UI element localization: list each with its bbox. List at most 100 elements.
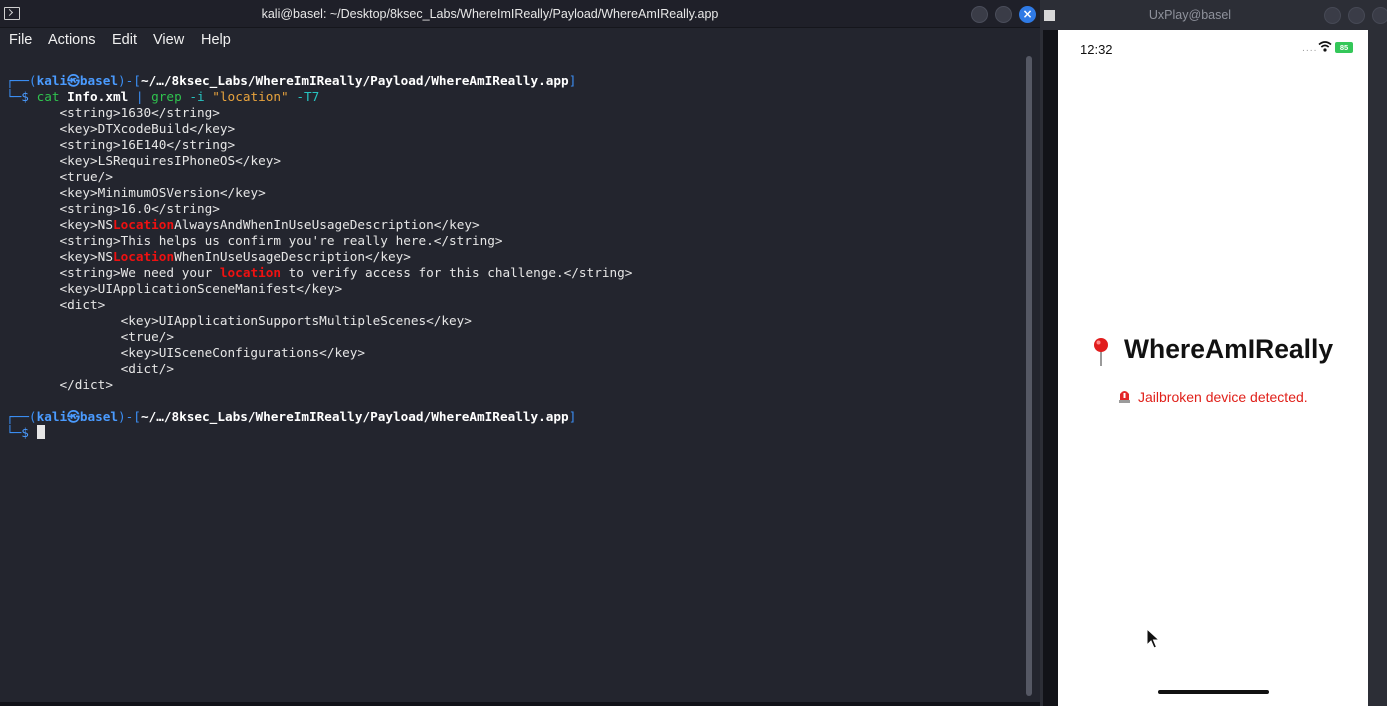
output-text: <key>UISceneConfigurations</key> — [120, 345, 366, 360]
prompt-user: kali — [36, 409, 68, 424]
terminal-titlebar[interactable]: kali@basel: ~/Desktop/8ksec_Labs/WhereIm… — [0, 0, 1040, 28]
output-text: <true/> — [120, 329, 175, 344]
output-text: </dict> — [59, 377, 113, 392]
terminal-menubar: File Actions Edit View Help — [0, 28, 1040, 54]
uxplay-window[interactable]: UxPlay@basel 12:32 .... 85 WhereAmIReall… — [1040, 0, 1387, 706]
cmd-file: Info.xml — [67, 89, 129, 104]
pin-icon — [1094, 338, 1108, 366]
output-text: AlwaysAndWhenInUseUsageDescription</key> — [174, 217, 480, 232]
output-indent — [6, 329, 121, 344]
output-line: <key>UISceneConfigurations</key> — [6, 345, 365, 361]
battery-icon: 85 — [1335, 42, 1353, 53]
menu-file[interactable]: File — [9, 32, 32, 48]
prompt-user: kali — [36, 73, 68, 88]
output-line: <key>NSLocationAlwaysAndWhenInUseUsageDe… — [6, 217, 480, 233]
cmd-context-flag: -T7 — [296, 89, 320, 104]
app-title: WhereAmIReally — [1124, 334, 1334, 364]
uxplay-right-border — [1368, 30, 1387, 706]
output-text: <string>16E140</string> — [59, 137, 236, 152]
output-text: <dict/> — [120, 361, 175, 376]
jailbreak-status-message: Jailbroken device detected. — [1138, 389, 1308, 405]
output-indent — [6, 377, 59, 392]
output-text: <string>1630</string> — [59, 105, 220, 120]
prompt-at: ㉿ — [67, 409, 80, 424]
text-cursor — [36, 425, 45, 439]
terminal-output[interactable]: ┌──(kali㉿basel)-[~/…/8ksec_Labs/WhereImI… — [0, 73, 1024, 703]
output-indent — [6, 265, 59, 280]
command-line: └─$ cat Info.xml | grep -i "location" -T… — [6, 89, 320, 104]
output-line: <key>UIApplicationSupportsMultipleScenes… — [6, 313, 472, 329]
output-text: <key>NS — [59, 217, 113, 232]
cmd-pipe: | — [135, 89, 144, 104]
output-line: </dict> — [6, 377, 113, 393]
minimize-button[interactable] — [971, 6, 988, 23]
output-text: <string>16.0</string> — [59, 201, 220, 216]
output-line: <string>We need your location to verify … — [6, 265, 632, 281]
output-text: <string>We need your — [59, 265, 220, 280]
terminal-window[interactable]: kali@basel: ~/Desktop/8ksec_Labs/WhereIm… — [0, 0, 1040, 706]
cmd-grep: grep — [151, 89, 182, 104]
output-text: <key>DTXcodeBuild</key> — [59, 121, 236, 136]
phone-screen[interactable]: 12:32 .... 85 WhereAmIReally Jailbroken … — [1058, 30, 1368, 706]
input-line[interactable]: └─$ — [6, 425, 45, 441]
prompt-path: ~/…/8ksec_Labs/WhereImIReally/Payload/Wh… — [140, 73, 569, 88]
output-indent — [6, 345, 121, 360]
output-text: <key>UIApplicationSupportsMultipleScenes… — [120, 313, 472, 328]
output-line: <key>UIApplicationSceneManifest</key> — [6, 281, 342, 297]
prompt-host: basel — [79, 409, 119, 424]
prompt-line: ┌──(kali㉿basel)-[~/…/8ksec_Labs/WhereImI… — [6, 73, 577, 88]
output-text: <string>This helps us confirm you're rea… — [59, 233, 503, 248]
output-line: <string>1630</string> — [6, 105, 220, 121]
output-indent — [6, 281, 59, 296]
output-text: to verify access for this challenge.</st… — [281, 265, 633, 280]
menu-edit[interactable]: Edit — [112, 32, 137, 48]
output-indent — [6, 297, 59, 312]
output-indent — [6, 233, 59, 248]
close-button[interactable]: × — [1019, 6, 1036, 23]
prompt-at: ㉿ — [67, 73, 80, 88]
output-indent — [6, 169, 59, 184]
terminal-title: kali@basel: ~/Desktop/8ksec_Labs/WhereIm… — [261, 7, 719, 21]
cmd-pattern: "location" — [212, 89, 289, 104]
cmd-cat: cat — [36, 89, 60, 104]
prompt-path: ~/…/8ksec_Labs/WhereImIReally/Payload/Wh… — [140, 409, 569, 424]
output-text: <key>MinimumOSVersion</key> — [59, 185, 266, 200]
output-indent — [6, 249, 59, 264]
uxplay-maximize-button[interactable] — [1348, 7, 1365, 24]
output-line: <string>16.0</string> — [6, 201, 220, 217]
output-line: <key>LSRequiresIPhoneOS</key> — [6, 153, 281, 169]
wifi-icon — [1318, 41, 1332, 52]
output-indent — [6, 121, 59, 136]
signal-icon: .... — [1302, 44, 1318, 54]
output-text: <true/> — [59, 169, 113, 184]
output-line: <dict/> — [6, 361, 174, 377]
prompt-host: basel — [79, 73, 119, 88]
terminal-app-icon[interactable] — [4, 7, 20, 20]
output-text: <key>UIApplicationSceneManifest</key> — [59, 281, 343, 296]
uxplay-close-button[interactable] — [1372, 7, 1387, 24]
output-line: <dict> — [6, 297, 105, 313]
output-text: <key>NS — [59, 249, 113, 264]
output-indent — [6, 105, 59, 120]
output-line: <string>This helps us confirm you're rea… — [6, 233, 503, 249]
output-line: <key>MinimumOSVersion</key> — [6, 185, 266, 201]
siren-icon — [1119, 391, 1130, 403]
output-indent — [6, 137, 59, 152]
output-indent — [6, 217, 59, 232]
uxplay-minimize-button[interactable] — [1324, 7, 1341, 24]
maximize-button[interactable] — [995, 6, 1012, 23]
output-indent — [6, 153, 59, 168]
status-bar-time: 12:32 — [1080, 42, 1113, 57]
menu-view[interactable]: View — [153, 32, 184, 48]
output-line: <true/> — [6, 169, 113, 185]
uxplay-titlebar[interactable]: UxPlay@basel — [1040, 0, 1387, 30]
output-line: <key>DTXcodeBuild</key> — [6, 121, 235, 137]
menu-actions[interactable]: Actions — [48, 32, 96, 48]
prompt-line-2: ┌──(kali㉿basel)-[~/…/8ksec_Labs/WhereImI… — [6, 409, 577, 424]
uxplay-left-border — [1043, 30, 1058, 706]
menu-help[interactable]: Help — [201, 32, 231, 48]
terminal-scrollbar[interactable] — [1026, 56, 1032, 696]
output-line: <true/> — [6, 329, 174, 345]
home-indicator[interactable] — [1158, 690, 1269, 694]
close-icon: × — [1022, 7, 1033, 21]
